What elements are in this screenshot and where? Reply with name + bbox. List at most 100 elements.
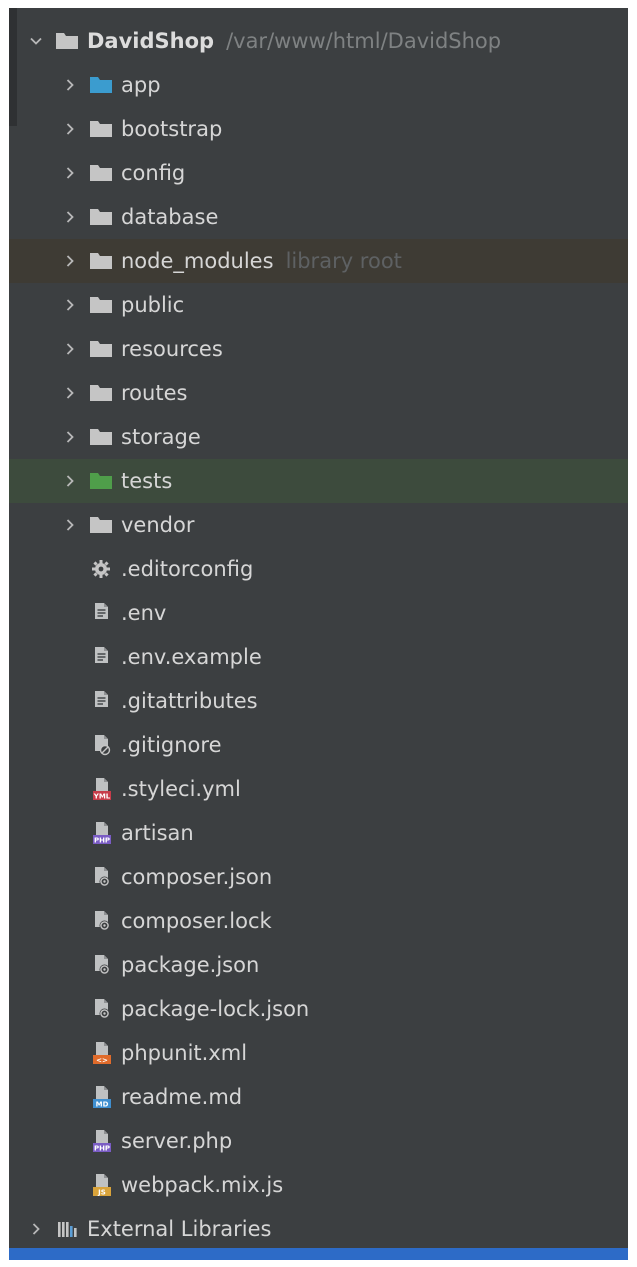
row-icon — [87, 161, 115, 185]
row-icon — [87, 645, 115, 669]
file-label: .gitignore — [121, 733, 222, 757]
chevron-right-icon — [66, 343, 74, 355]
tree-folder-vendor[interactable]: vendor — [9, 503, 628, 547]
row-icon — [87, 249, 115, 273]
tree-file-package-lock-json[interactable]: package-lock.json — [9, 987, 628, 1031]
tree-file-dot-gitignore[interactable]: .gitignore — [9, 723, 628, 767]
library-icon — [58, 1222, 77, 1237]
svg-text:PHP: PHP — [94, 837, 110, 845]
expand-toggle[interactable] — [59, 283, 81, 327]
project-tree-panel: DavidShop/var/www/html/DavidShop app boots… — [9, 8, 628, 1260]
yaml-file-icon: YML — [93, 778, 111, 801]
row-icon — [87, 909, 115, 933]
file-label: composer.lock — [121, 909, 272, 933]
tree-file-readme-md[interactable]: MD readme.md — [9, 1075, 628, 1119]
tree-file-artisan[interactable]: PHP artisan — [9, 811, 628, 855]
svg-text:YML: YML — [93, 793, 111, 801]
svg-text:MD: MD — [96, 1101, 109, 1109]
folder-icon — [56, 33, 78, 49]
row-icon: <> — [87, 1041, 115, 1065]
tree-file-dot-env-example[interactable]: .env.example — [9, 635, 628, 679]
project-name: DavidShop — [87, 29, 215, 53]
json-file-icon — [95, 911, 110, 931]
tree-folder-routes[interactable]: routes — [9, 371, 628, 415]
tree-file-phpunit-xml[interactable]: <> phpunit.xml — [9, 1031, 628, 1075]
chevron-right-icon — [66, 387, 74, 399]
tree-folder-app[interactable]: app — [9, 63, 628, 107]
tree-file-composer-lock[interactable]: composer.lock — [9, 899, 628, 943]
xml-file-icon: <> — [93, 1042, 111, 1065]
tree-file-composer-json[interactable]: composer.json — [9, 855, 628, 899]
tree-folder-config[interactable]: config — [9, 151, 628, 195]
row-icon — [87, 425, 115, 449]
row-icon: PHP — [87, 821, 115, 845]
chevron-right-icon — [66, 211, 74, 223]
folder-label: tests — [121, 469, 173, 493]
expand-toggle[interactable] — [25, 19, 47, 63]
js-file-icon: JS — [93, 1174, 111, 1197]
tree-file-dot-editorconfig[interactable]: .editorconfig — [9, 547, 628, 591]
file-label: .env — [121, 601, 167, 625]
folder-icon — [90, 253, 112, 269]
row-icon — [87, 117, 115, 141]
tree-file-dot-gitattributes[interactable]: .gitattributes — [9, 679, 628, 723]
php-file-icon: PHP — [93, 1130, 111, 1153]
tree-file-package-json[interactable]: package.json — [9, 943, 628, 987]
file-label: phpunit.xml — [121, 1041, 248, 1065]
folder-icon — [90, 341, 112, 357]
folder-label: resources — [121, 337, 223, 361]
tree-file-dot-styleci-yml[interactable]: YML .styleci.yml — [9, 767, 628, 811]
folder-label: public — [121, 293, 185, 317]
external-libraries-label: External Libraries — [87, 1217, 272, 1241]
folder-icon — [90, 385, 112, 401]
row-icon — [87, 865, 115, 889]
expand-toggle[interactable] — [59, 151, 81, 195]
tree-file-dot-env[interactable]: .env — [9, 591, 628, 635]
expand-toggle[interactable] — [59, 239, 81, 283]
folder-icon — [90, 297, 112, 313]
tree-external-libraries[interactable]: External Libraries — [9, 1207, 628, 1251]
row-icon — [87, 557, 115, 581]
file-label: package-lock.json — [121, 997, 310, 1021]
folder-label: storage — [121, 425, 201, 449]
expand-toggle[interactable] — [59, 503, 81, 547]
expand-toggle[interactable] — [59, 107, 81, 151]
folder-icon — [90, 517, 112, 533]
expand-toggle[interactable] — [25, 1207, 47, 1251]
chevron-right-icon — [66, 167, 74, 179]
tree-folder-node-modules[interactable]: node_modules library root — [9, 239, 628, 283]
tree-folder-public[interactable]: public — [9, 283, 628, 327]
library-root-hint: library root — [285, 249, 402, 273]
folder-icon — [90, 165, 112, 181]
tree-folder-resources[interactable]: resources — [9, 327, 628, 371]
php-file-icon: PHP — [93, 822, 111, 845]
tree-file-webpack-mix-js[interactable]: JS webpack.mix.js — [9, 1163, 628, 1207]
tree-folder-bootstrap[interactable]: bootstrap — [9, 107, 628, 151]
folder-icon — [90, 209, 112, 225]
row-icon: YML — [87, 777, 115, 801]
tree-folder-database[interactable]: database — [9, 195, 628, 239]
expand-toggle[interactable] — [59, 327, 81, 371]
row-icon: PHP — [87, 1129, 115, 1153]
tree-file-server-php[interactable]: PHP server.php — [9, 1119, 628, 1163]
row-icon — [87, 337, 115, 361]
chevron-right-icon — [66, 431, 74, 443]
tree-folder-tests[interactable]: tests — [9, 459, 628, 503]
expand-toggle[interactable] — [59, 63, 81, 107]
text-file-icon — [95, 691, 108, 707]
gear-icon — [92, 560, 110, 578]
tree-root-davidshop[interactable]: DavidShop/var/www/html/DavidShop — [9, 19, 628, 63]
row-icon — [87, 293, 115, 317]
expand-toggle[interactable] — [59, 371, 81, 415]
expand-toggle[interactable] — [59, 415, 81, 459]
tree-folder-storage[interactable]: storage — [9, 415, 628, 459]
expand-toggle[interactable] — [59, 195, 81, 239]
row-icon — [53, 1217, 81, 1241]
folder-icon — [90, 121, 112, 137]
folder-label: node_modules — [121, 249, 274, 273]
expand-toggle[interactable] — [59, 459, 81, 503]
file-label: server.php — [121, 1129, 233, 1153]
svg-text:PHP: PHP — [94, 1145, 110, 1153]
row-icon — [87, 381, 115, 405]
file-label: .styleci.yml — [121, 777, 241, 801]
